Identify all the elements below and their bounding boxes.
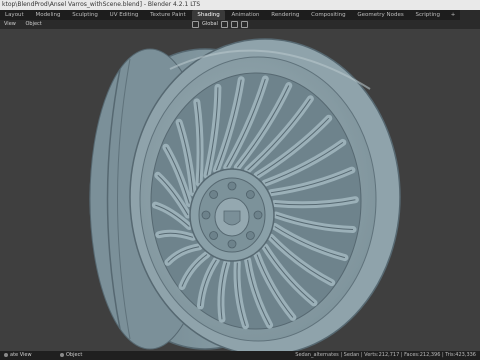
snap-icon[interactable] bbox=[230, 21, 238, 28]
status-middle-text: Object bbox=[66, 352, 83, 358]
lug-nut bbox=[209, 190, 219, 199]
mouse-icon bbox=[60, 352, 64, 357]
tab-compositing[interactable]: Compositing bbox=[306, 10, 350, 20]
viewport-header: View Object Global bbox=[0, 20, 480, 29]
lug-nut bbox=[209, 231, 219, 240]
tab-modeling[interactable]: Modeling bbox=[30, 10, 65, 20]
center-cap-emblem bbox=[223, 210, 241, 226]
window-title-bar: ktop\BlendProd\Ansel Varros_withScene.bl… bbox=[0, 0, 480, 10]
lug-nut bbox=[227, 181, 237, 191]
tab-shading[interactable]: Shading bbox=[192, 10, 225, 20]
view-menu[interactable]: View bbox=[0, 20, 20, 29]
status-middle: Object bbox=[60, 351, 82, 360]
add-workspace-button[interactable]: + bbox=[447, 10, 460, 20]
wheel-render bbox=[89, 38, 401, 351]
orientation-dropdown[interactable]: Global bbox=[202, 20, 218, 29]
tab-animation[interactable]: Animation bbox=[226, 10, 264, 20]
status-left: ate View bbox=[4, 351, 32, 360]
pivot-icon[interactable] bbox=[220, 21, 228, 28]
workspace-tabs-bar: Layout Modeling Sculpting UV Editing Tex… bbox=[0, 10, 480, 20]
tab-sculpting[interactable]: Sculpting bbox=[67, 10, 103, 20]
status-bar: ate View Object Sedan_alternates | Sedan… bbox=[0, 351, 480, 360]
tab-geometry-nodes[interactable]: Geometry Nodes bbox=[352, 10, 408, 20]
scene-statistics: Sedan_alternates | Sedan | Verts:212,717… bbox=[295, 352, 476, 358]
tab-layout[interactable]: Layout bbox=[0, 10, 29, 20]
proportional-edit-icon[interactable] bbox=[240, 21, 248, 28]
orientation-icon[interactable] bbox=[192, 21, 199, 28]
tab-scripting[interactable]: Scripting bbox=[411, 10, 445, 20]
mouse-icon bbox=[4, 352, 8, 357]
transform-controls: Global bbox=[192, 20, 248, 29]
window-title: ktop\BlendProd\Ansel Varros_withScene.bl… bbox=[2, 1, 201, 8]
lug-nut bbox=[227, 239, 237, 249]
3d-viewport[interactable] bbox=[0, 29, 480, 351]
object-menu[interactable]: Object bbox=[21, 20, 45, 29]
lug-nut bbox=[201, 210, 211, 220]
tab-rendering[interactable]: Rendering bbox=[266, 10, 304, 20]
lug-nut bbox=[253, 210, 263, 220]
scene-selector[interactable] bbox=[460, 10, 480, 20]
tab-uv-editing[interactable]: UV Editing bbox=[105, 10, 144, 20]
status-left-text: ate View bbox=[10, 352, 32, 358]
lug-nut bbox=[245, 190, 255, 199]
lug-nut bbox=[245, 231, 255, 240]
tab-texture-paint[interactable]: Texture Paint bbox=[145, 10, 191, 20]
